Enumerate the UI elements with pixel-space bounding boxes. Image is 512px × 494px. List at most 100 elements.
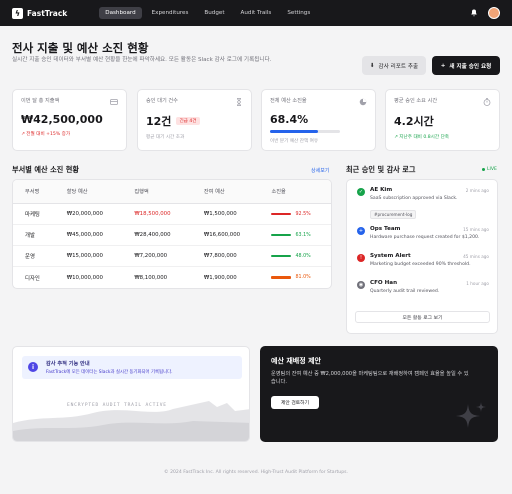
stat-value-text: 4.2시간: [394, 115, 434, 128]
all-logs-button[interactable]: 모든 활동 로그 보기: [355, 311, 490, 323]
footer: © 2024 FastTrack Inc. All rights reserve…: [164, 470, 348, 475]
export-report-label: 감사 리포트 추출: [378, 63, 419, 70]
activity-section-title: 최근 승인 및 감사 로그: [346, 165, 416, 174]
table-row[interactable]: 디자인 ₩10,000,000 ₩8,100,000 ₩1,900,000 81…: [13, 267, 331, 288]
log-text: Hardware purchase request created for $1…: [370, 235, 480, 240]
view-details-link[interactable]: 상세보기: [311, 167, 329, 174]
dept-table: 부서명 할당 예산 집행액 잔여 예산 소진율 마케팅 ₩20,000,000 …: [12, 179, 332, 289]
col-rate[interactable]: 소진율: [259, 188, 331, 195]
encrypted-watermark: ENCRYPTED AUDIT TRAIL ACTIVE: [67, 403, 167, 408]
reallocation-card: 예산 재배정 제안 운영팀의 잔여 예산 중 ₩2,000,000을 마케팅팀으…: [260, 346, 498, 442]
cell-remaining: ₩1,500,000: [203, 211, 237, 217]
cell-allocated: ₩45,000,000: [66, 232, 103, 238]
cell-rate: 92.5%: [259, 212, 331, 217]
urgent-badge: 긴급 4건: [176, 117, 200, 125]
check-icon: ✓: [357, 188, 365, 196]
list-item[interactable]: + Ops Team 15 mins ago Hardware purchase…: [355, 226, 489, 253]
alert-icon: !: [357, 254, 365, 262]
cell-remaining: ₩16,600,000: [203, 232, 241, 238]
stat-label: 승인 대기 건수: [146, 98, 178, 104]
list-item[interactable]: ◉ CFO Han 1 hour ago Quarterly audit tra…: [355, 280, 489, 307]
cell-rate: 63.1%: [259, 233, 331, 238]
cell-dept: 운영: [25, 254, 35, 260]
burn-progress-bar: [270, 130, 340, 133]
cell-spent: ₩7,200,000: [134, 253, 168, 259]
stat-label: 평균 승인 소요 시간: [394, 98, 438, 104]
cell-allocated: ₩15,000,000: [66, 253, 103, 259]
log-time: 1 hour ago: [466, 281, 489, 286]
log-channel-tag[interactable]: #procurement-log: [370, 210, 417, 219]
cell-spent: ₩18,500,000: [134, 211, 171, 217]
stat-card-approval-time: 평균 승인 소요 시간 4.2시간 ↗ 지난주 대비 0.8시간 단축: [385, 89, 500, 151]
stat-label: 이번 달 총 지출액: [21, 98, 60, 104]
table-row[interactable]: 마케팅 ₩20,000,000 ₩18,500,000 ₩1,500,000 9…: [13, 204, 331, 225]
live-label: LIVE: [487, 167, 497, 172]
stat-note: 이번 분기 예산 잔액 여유: [270, 139, 319, 144]
realloc-text: 운영팀의 잔여 예산 중 ₩2,000,000을 마케팅팀으로 재배정하여 캠페…: [271, 371, 469, 386]
rate-text: 48.0%: [295, 253, 311, 259]
stat-value: ₩42,500,000: [21, 113, 118, 126]
cell-remaining: ₩1,900,000: [203, 274, 237, 281]
audit-chart-illustration: [13, 401, 249, 441]
nav-budget[interactable]: Budget: [198, 7, 230, 19]
col-spent[interactable]: 집행액: [122, 188, 192, 195]
rate-bar: [271, 254, 292, 258]
user-avatar[interactable]: [488, 7, 500, 19]
cell-allocated: ₩20,000,000: [66, 211, 103, 217]
col-dept[interactable]: 부서명: [13, 188, 55, 195]
hourglass-icon: [237, 98, 241, 106]
info-icon: i: [28, 362, 38, 372]
log-text: Marketing budget exceeded 90% threshold.: [370, 262, 471, 267]
new-request-button[interactable]: + 새 지출 승인 요청: [432, 56, 500, 75]
stat-note: ↗ 지난주 대비 0.8시간 단축: [394, 135, 450, 140]
page-title: 전사 지출 및 예산 소진 현황: [12, 41, 149, 55]
cell-spent: ₩28,400,000: [134, 232, 171, 238]
cell-dept: 개발: [25, 233, 35, 239]
stat-value: 12건 긴급 4건: [146, 113, 243, 129]
nav-audit-trails[interactable]: Audit Trails: [235, 7, 278, 19]
download-icon: ⬇: [369, 62, 375, 69]
log-time: 15 mins ago: [463, 227, 489, 232]
burn-progress-fill: [270, 130, 318, 133]
rate-text: 81.0%: [295, 275, 311, 280]
export-report-button[interactable]: ⬇ 감사 리포트 추출: [362, 56, 426, 75]
nav-links: Dashboard Expenditures Budget Audit Trai…: [99, 7, 316, 19]
brand-bolt-icon: ϟ: [12, 7, 23, 19]
cell-dept: 마케팅: [25, 212, 40, 218]
top-nav: ϟ FastTrack Dashboard Expenditures Budge…: [0, 0, 512, 26]
rate-text: 92.5%: [295, 211, 311, 217]
list-item[interactable]: ✓ AE Kim 2 mins ago SaaS subscription ap…: [355, 187, 489, 222]
list-item[interactable]: ! System Alert 45 mins ago Marketing bud…: [355, 253, 489, 280]
audit-notice-card: i 감사 추적 기능 안내 FastTrack에 모든 데이터는 Slack과 …: [12, 346, 250, 442]
stat-value: 68.4%: [270, 113, 367, 126]
live-dot-icon: [482, 168, 485, 171]
eye-icon: ◉: [357, 281, 365, 289]
col-allocated[interactable]: 할당 예산: [55, 188, 123, 195]
nav-settings[interactable]: Settings: [281, 7, 316, 19]
card-icon: [110, 99, 118, 105]
table-row[interactable]: 개발 ₩45,000,000 ₩28,400,000 ₩16,600,000 6…: [13, 225, 331, 246]
col-remaining[interactable]: 잔여 예산: [192, 188, 260, 195]
audit-notice-text: FastTrack에 모든 데이터는 Slack과 실시간 동기화되어 기록됩니…: [46, 370, 173, 375]
table-row[interactable]: 운영 ₩15,000,000 ₩7,200,000 ₩7,800,000 48.…: [13, 246, 331, 267]
stat-note: ↗ 전월 대비 +15% 증가: [21, 132, 71, 137]
page-subtitle: 실시간 지출 승인 데이터와 부서별 예산 현황을 한눈에 파악하세요. 모든 …: [12, 57, 272, 63]
cell-dept: 디자인: [25, 275, 40, 282]
activity-log: ✓ AE Kim 2 mins ago SaaS subscription ap…: [346, 179, 498, 334]
nav-expenditures[interactable]: Expenditures: [146, 7, 195, 19]
stat-note: 평균 대기 시간 초과: [146, 135, 185, 140]
pie-icon: [359, 98, 367, 106]
brand-name: FastTrack: [27, 8, 68, 18]
stat-value: 4.2시간: [394, 113, 491, 129]
sparkle-icon: [456, 402, 486, 428]
log-time: 2 mins ago: [465, 188, 489, 193]
new-request-label: 새 지출 승인 요청: [449, 63, 492, 70]
brand-logo[interactable]: ϟ FastTrack: [12, 7, 68, 19]
nav-dashboard[interactable]: Dashboard: [99, 7, 142, 19]
bell-icon[interactable]: [470, 9, 478, 17]
review-proposal-button[interactable]: 제안 검토하기: [271, 396, 319, 409]
realloc-title: 예산 재배정 제안: [271, 357, 321, 365]
stat-value-text: 68.4%: [270, 113, 309, 126]
log-time: 45 mins ago: [463, 254, 489, 259]
dept-section-title: 부서별 예산 소진 현황: [12, 165, 80, 174]
